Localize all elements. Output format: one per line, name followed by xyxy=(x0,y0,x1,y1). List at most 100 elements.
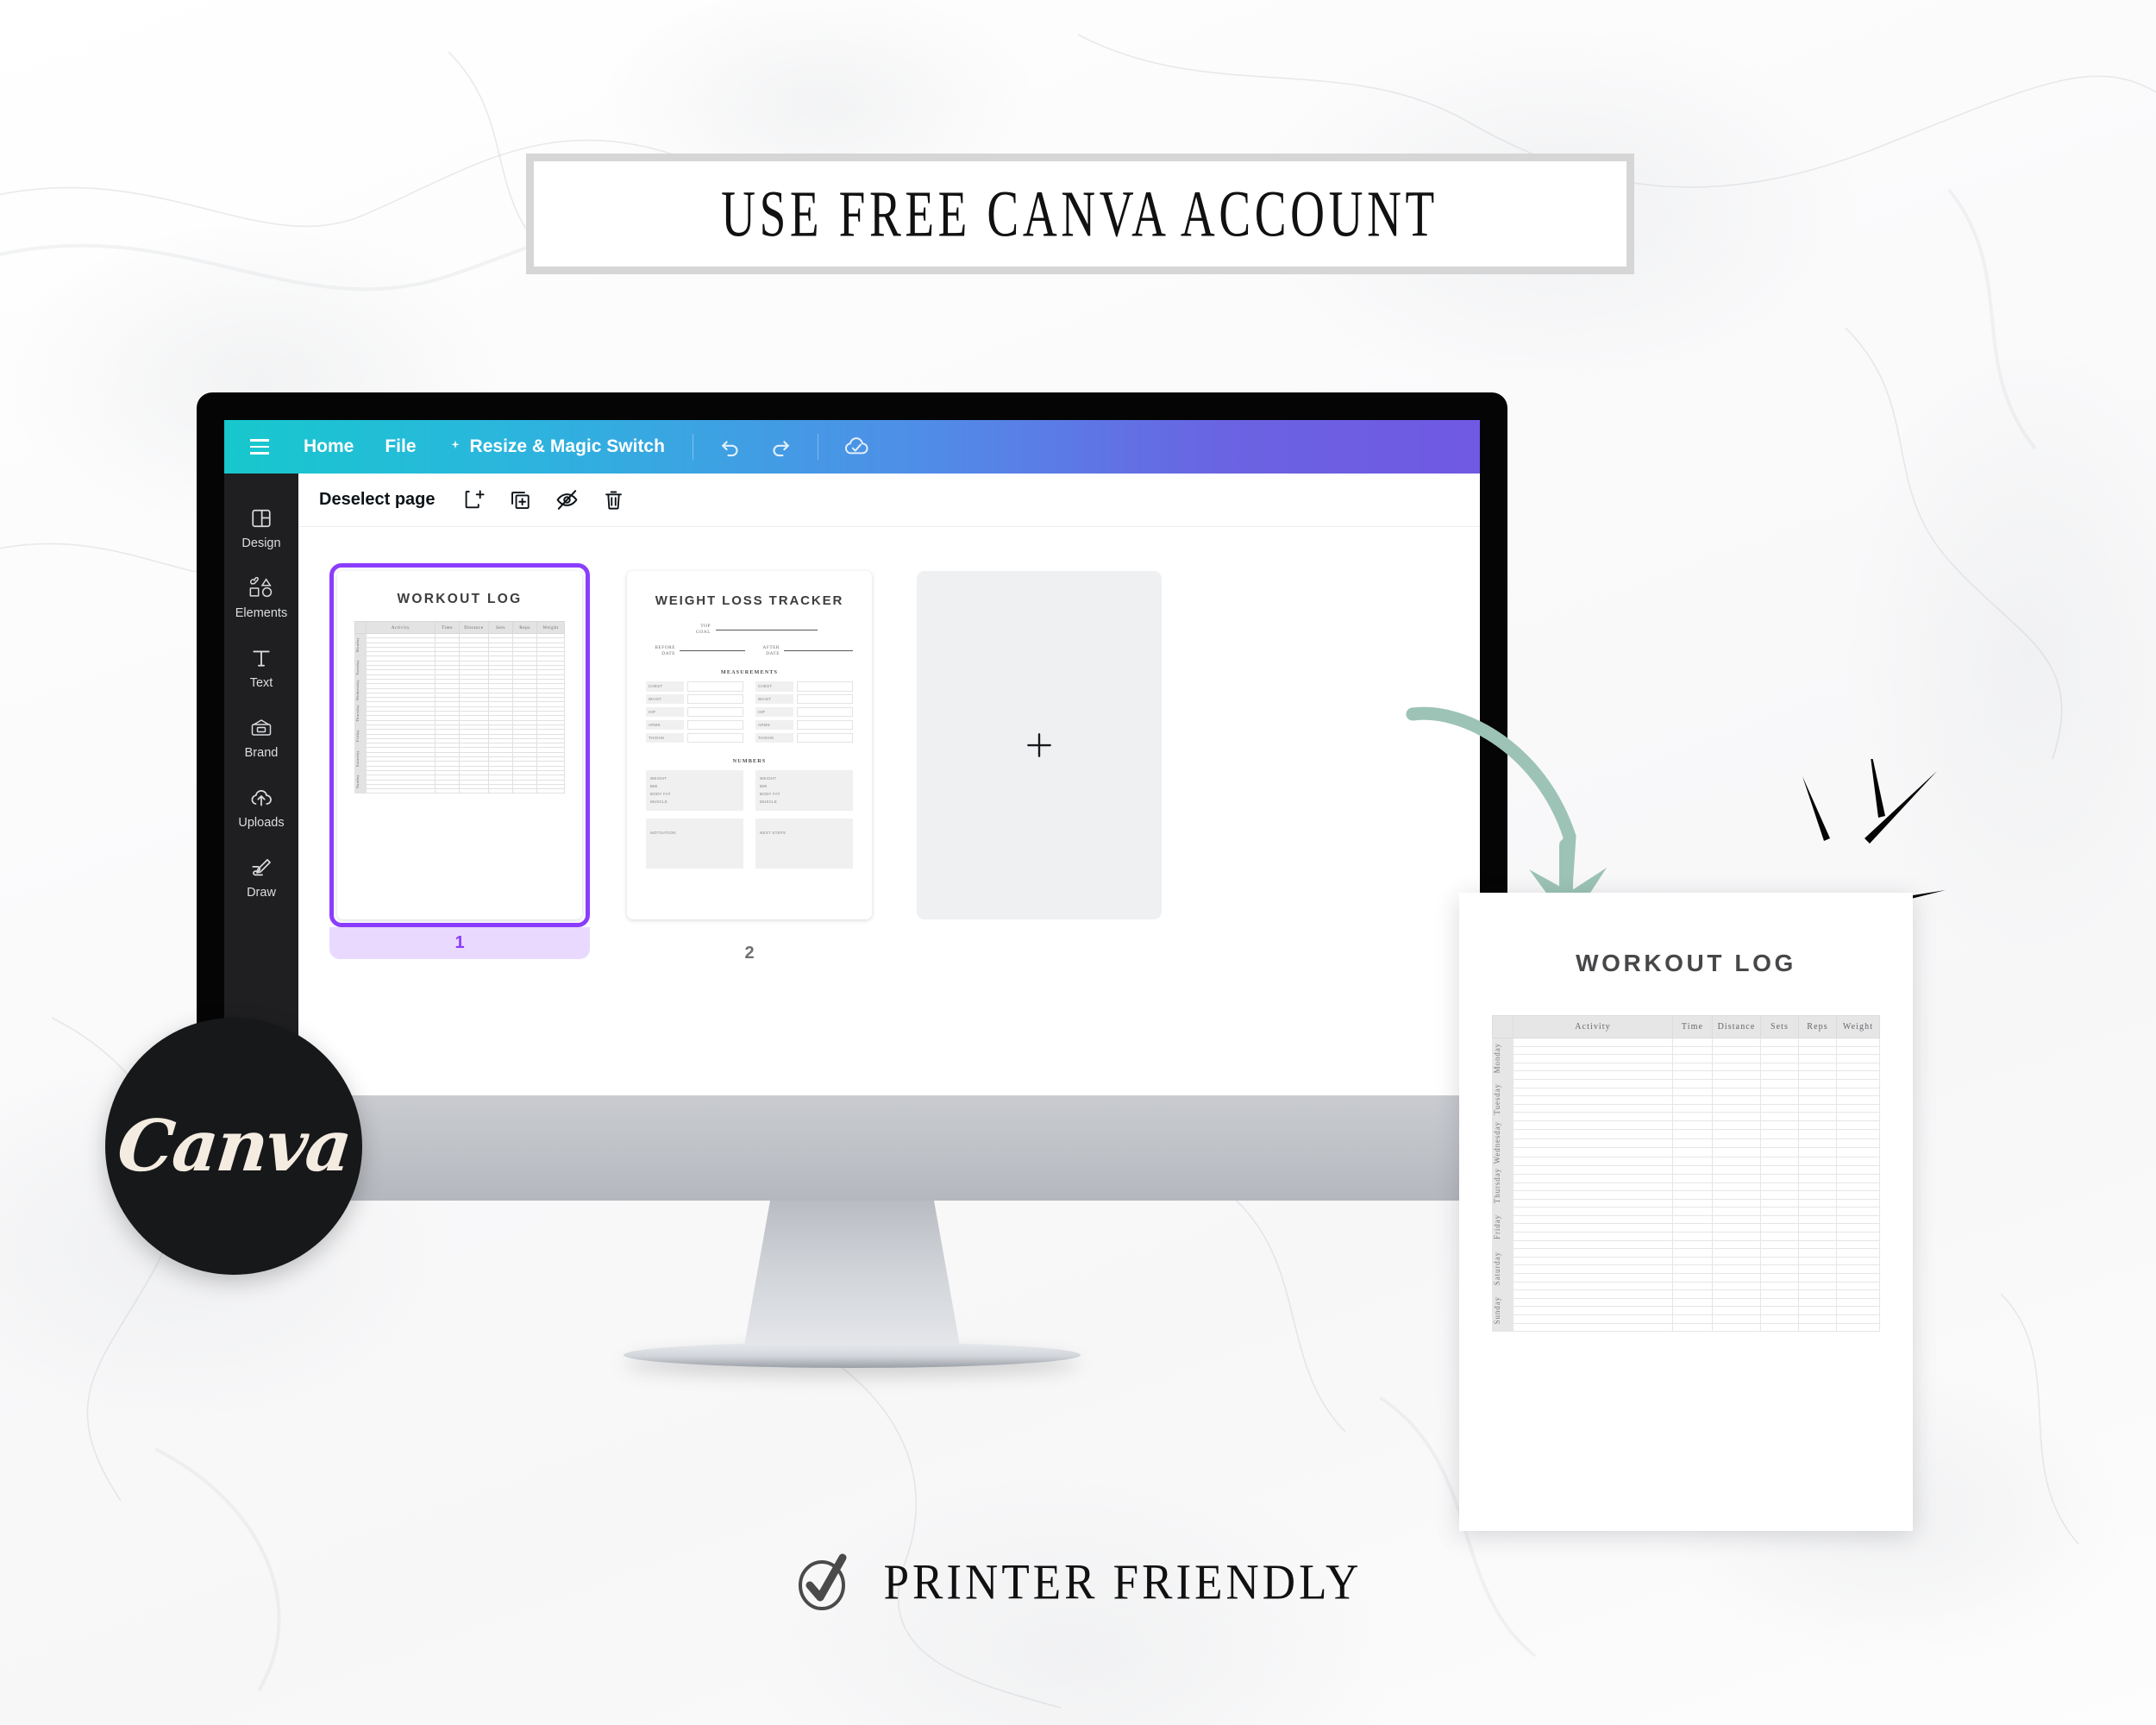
duplicate-page-icon[interactable] xyxy=(500,483,541,517)
table-cell[interactable] xyxy=(1760,1095,1799,1105)
table-cell[interactable] xyxy=(1836,1054,1880,1063)
table-cell[interactable] xyxy=(1836,1070,1880,1080)
table-cell[interactable] xyxy=(1760,1103,1799,1113)
table-cell[interactable] xyxy=(1672,1248,1713,1258)
table-cell[interactable] xyxy=(1513,1120,1673,1131)
table-cell[interactable] xyxy=(1513,1112,1673,1121)
table-cell[interactable] xyxy=(1836,1103,1880,1113)
table-cell[interactable] xyxy=(1798,1129,1837,1139)
table-cell[interactable] xyxy=(1836,1248,1880,1258)
table-cell[interactable] xyxy=(1760,1207,1799,1216)
table-cell[interactable] xyxy=(1760,1070,1799,1080)
table-cell[interactable] xyxy=(1672,1078,1713,1088)
table-cell[interactable] xyxy=(1672,1045,1713,1056)
table-cell[interactable] xyxy=(1672,1038,1713,1047)
table-cell[interactable] xyxy=(1836,1256,1880,1266)
table-cell[interactable] xyxy=(1836,1045,1880,1056)
table-cell[interactable] xyxy=(1798,1078,1837,1088)
table-cell[interactable] xyxy=(1712,1223,1761,1233)
measurement-input[interactable] xyxy=(687,706,743,718)
table-cell[interactable] xyxy=(1513,1190,1673,1200)
table-cell[interactable] xyxy=(512,788,537,794)
table-cell[interactable] xyxy=(1760,1045,1799,1056)
table-cell[interactable] xyxy=(1836,1239,1880,1250)
table-cell[interactable] xyxy=(1712,1256,1761,1266)
table-cell[interactable] xyxy=(1836,1038,1880,1047)
table-cell[interactable] xyxy=(1798,1112,1837,1121)
table-cell[interactable] xyxy=(1712,1138,1761,1149)
table-cell[interactable] xyxy=(1672,1182,1713,1192)
table-cell[interactable] xyxy=(1513,1239,1673,1250)
table-cell[interactable] xyxy=(1798,1045,1837,1056)
table-cell[interactable] xyxy=(1712,1281,1761,1291)
add-page-icon[interactable] xyxy=(454,483,495,517)
table-cell[interactable] xyxy=(1798,1281,1837,1291)
table-cell[interactable] xyxy=(1836,1173,1880,1183)
table-cell[interactable] xyxy=(1798,1054,1837,1063)
table-cell[interactable] xyxy=(1836,1182,1880,1192)
measurement-input[interactable] xyxy=(687,732,743,743)
table-cell[interactable] xyxy=(1513,1198,1673,1208)
measurement-input[interactable] xyxy=(797,719,853,731)
table-cell[interactable] xyxy=(1712,1054,1761,1063)
table-cell[interactable] xyxy=(1672,1062,1713,1072)
table-cell[interactable] xyxy=(1712,1112,1761,1121)
table-cell[interactable] xyxy=(1760,1306,1799,1315)
table-cell[interactable] xyxy=(1798,1173,1837,1183)
add-page-placeholder[interactable] xyxy=(909,563,1169,927)
table-cell[interactable] xyxy=(1513,1314,1673,1324)
table-cell[interactable] xyxy=(1712,1087,1761,1097)
table-cell[interactable] xyxy=(1712,1198,1761,1208)
table-cell[interactable] xyxy=(1836,1232,1880,1241)
table-cell[interactable] xyxy=(1513,1054,1673,1063)
table-cell[interactable] xyxy=(1836,1214,1880,1225)
table-cell[interactable] xyxy=(1798,1232,1837,1241)
table-cell[interactable] xyxy=(1513,1306,1673,1315)
measurement-input[interactable] xyxy=(797,694,853,705)
table-cell[interactable] xyxy=(1513,1138,1673,1149)
table-cell[interactable] xyxy=(1712,1214,1761,1225)
table-cell[interactable] xyxy=(1836,1198,1880,1208)
table-cell[interactable] xyxy=(1712,1289,1761,1299)
table-cell[interactable] xyxy=(1798,1156,1837,1167)
table-cell[interactable] xyxy=(1798,1138,1837,1149)
table-cell[interactable] xyxy=(459,788,489,794)
measurement-input[interactable] xyxy=(687,719,743,731)
table-cell[interactable] xyxy=(1760,1289,1799,1299)
table-cell[interactable] xyxy=(1672,1165,1713,1175)
table-cell[interactable] xyxy=(1798,1087,1837,1097)
table-cell[interactable] xyxy=(1836,1223,1880,1233)
table-cell[interactable] xyxy=(1513,1103,1673,1113)
table-cell[interactable] xyxy=(1760,1223,1799,1233)
table-cell[interactable] xyxy=(1672,1214,1713,1225)
table-cell[interactable] xyxy=(1760,1281,1799,1291)
table-cell[interactable] xyxy=(1712,1248,1761,1258)
topbar-item-resize-magic-switch[interactable]: Resize & Magic Switch xyxy=(432,436,680,457)
table-cell[interactable] xyxy=(1672,1138,1713,1149)
sidebar-item-uploads[interactable]: Uploads xyxy=(224,772,298,842)
deselect-page-button[interactable]: Deselect page xyxy=(319,490,436,510)
table-cell[interactable] xyxy=(1836,1190,1880,1200)
table-cell[interactable] xyxy=(1760,1322,1799,1333)
table-cell[interactable] xyxy=(1672,1054,1713,1063)
table-cell[interactable] xyxy=(1712,1232,1761,1241)
table-cell[interactable] xyxy=(366,788,436,794)
table-cell[interactable] xyxy=(1672,1281,1713,1291)
table-cell[interactable] xyxy=(1513,1281,1673,1291)
table-cell[interactable] xyxy=(1712,1165,1761,1175)
topbar-item-file[interactable]: File xyxy=(369,436,431,457)
table-cell[interactable] xyxy=(1672,1190,1713,1200)
table-cell[interactable] xyxy=(1798,1297,1837,1308)
table-cell[interactable] xyxy=(1760,1156,1799,1167)
undo-icon[interactable] xyxy=(705,434,755,460)
table-cell[interactable] xyxy=(1712,1297,1761,1308)
table-cell[interactable] xyxy=(1712,1182,1761,1192)
table-cell[interactable] xyxy=(1513,1165,1673,1175)
table-cell[interactable] xyxy=(536,788,565,794)
table-cell[interactable] xyxy=(1712,1156,1761,1167)
table-cell[interactable] xyxy=(1513,1147,1673,1157)
table-cell[interactable] xyxy=(1672,1264,1713,1275)
table-cell[interactable] xyxy=(1513,1173,1673,1183)
table-cell[interactable] xyxy=(1513,1062,1673,1072)
table-cell[interactable] xyxy=(1672,1306,1713,1315)
